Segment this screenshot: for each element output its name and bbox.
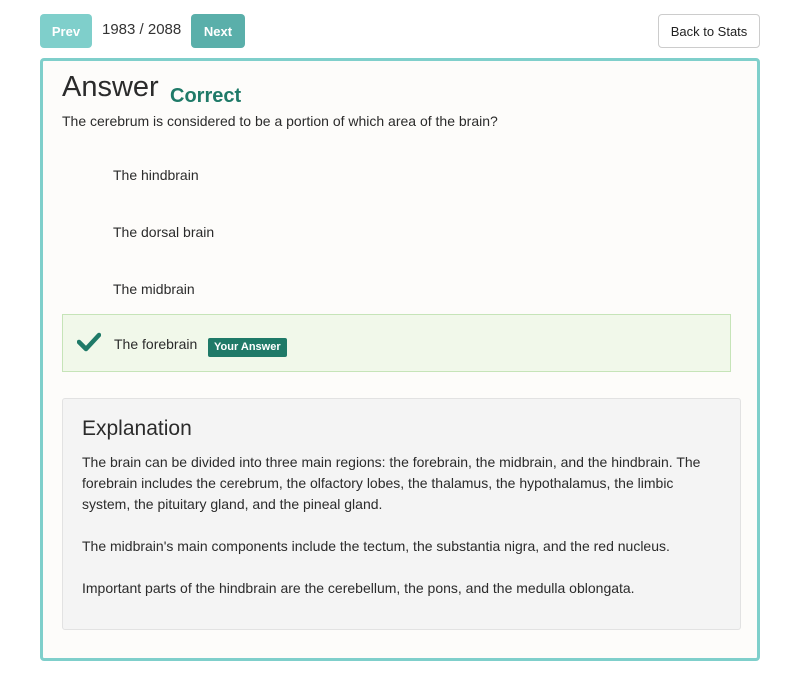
option-label: The hindbrain	[113, 167, 199, 183]
answer-card: Answer Correct The cerebrum is considere…	[40, 58, 760, 661]
answer-option-selected: The forebrain Your Answer	[62, 314, 731, 372]
prev-button[interactable]: Prev	[40, 14, 92, 48]
toolbar: Prev 1983 / 2088 Next Back to Stats	[40, 14, 760, 48]
option-label: The midbrain	[113, 281, 195, 297]
explanation-paragraph: The brain can be divided into three main…	[82, 454, 701, 512]
explanation-paragraph: Important parts of the hindbrain are the…	[82, 580, 635, 596]
answer-option: The dorsal brain	[62, 204, 731, 262]
answer-heading: Answer	[62, 71, 159, 103]
result-status: Correct	[170, 85, 242, 107]
back-to-stats-button[interactable]: Back to Stats	[658, 14, 760, 48]
explanation-panel: Explanation The brain can be divided int…	[62, 398, 741, 630]
question-counter: 1983 / 2088	[102, 21, 182, 38]
answer-option: The midbrain	[62, 261, 731, 319]
option-label: The dorsal brain	[113, 224, 215, 240]
next-button[interactable]: Next	[191, 14, 245, 48]
your-answer-badge: Your Answer	[208, 338, 287, 357]
option-label: The forebrain	[114, 336, 198, 352]
explanation-title: Explanation	[82, 417, 192, 440]
question-text: The cerebrum is considered to be a porti…	[62, 113, 498, 129]
explanation-paragraph: The midbrain's main components include t…	[82, 538, 670, 554]
answer-option: The hindbrain	[62, 147, 731, 205]
checkmark-icon	[77, 332, 101, 352]
